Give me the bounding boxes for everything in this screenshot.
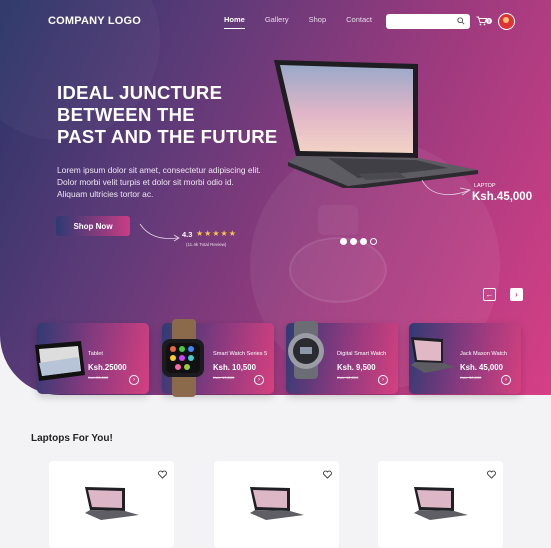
nav-home[interactable]: Home	[224, 15, 245, 29]
product-category-label: LAPTOP	[474, 183, 496, 189]
laptop-icon	[414, 487, 468, 520]
product-price: Ksh. 45,000	[460, 363, 503, 372]
laptop-hero-image	[274, 60, 478, 188]
view-product-button[interactable]: ›	[254, 375, 264, 385]
arrow-doodle-icon	[421, 179, 472, 196]
carousel-dot[interactable]	[340, 238, 347, 245]
product-card[interactable]: Smart Watch Series 5 Ksh. 10,500 Ksh. 13…	[162, 319, 274, 397]
view-product-button[interactable]: ›	[378, 375, 388, 385]
headline-line: IDEAL JUNCTURE	[57, 82, 223, 103]
review-count: (11.4k Total Review)	[186, 242, 227, 247]
carousel-prev-button[interactable]: ←	[483, 288, 496, 301]
blurb-line: Dolor morbi velit turpis et dolor sit mo…	[57, 177, 234, 187]
company-logo[interactable]: COMPANY LOGO	[48, 15, 141, 27]
watch-silhouette-image	[289, 205, 387, 303]
arrow-doodle-icon	[139, 223, 180, 242]
hero-headline: IDEAL JUNCTURE BETWEEN THE PAST AND THE …	[57, 82, 278, 148]
chevron-right-icon: ›	[515, 290, 518, 299]
section-title: Laptops For You!	[31, 433, 113, 444]
smartwatch-icon	[162, 319, 204, 397]
carousel-next-button[interactable]: ›	[510, 288, 523, 301]
product-old-price: Ksh. 12,000	[337, 375, 359, 380]
product-price: Ksh. 9,500	[337, 363, 376, 372]
product-price: Ksh.25000	[88, 363, 127, 372]
arrow-left-icon: ←	[485, 290, 494, 299]
digital-watch-icon	[288, 321, 324, 379]
product-card[interactable]: Jack Mason Watch Ksh. 45,000 Ksh. 50,000…	[409, 323, 521, 394]
view-product-button[interactable]: ›	[501, 375, 511, 385]
search-input[interactable]	[386, 18, 454, 33]
laptop-product-card[interactable]	[378, 461, 503, 548]
product-name: Tablet	[88, 351, 103, 357]
product-price: Ksh.45,000	[472, 191, 533, 203]
blurb-line: Aliquam ultricies tortor ac.	[57, 189, 154, 199]
blurb-line: Lorem ipsum dolor sit amet, consectetur …	[57, 165, 261, 175]
headline-line: BETWEEN THE	[57, 104, 195, 125]
product-card[interactable]: Digital Smart Watch Ksh. 9,500 Ksh. 12,0…	[286, 321, 398, 394]
heart-icon[interactable]	[487, 470, 496, 479]
product-price: Ksh. 10,500	[213, 363, 256, 372]
shop-now-button[interactable]: Shop Now	[56, 216, 130, 236]
nav-contact[interactable]: Contact	[346, 15, 372, 29]
product-name: Smart Watch Series 5	[213, 351, 268, 357]
product-old-price: Ksh. 50,000	[460, 375, 482, 380]
laptop-product-card[interactable]	[49, 461, 174, 548]
main-nav: Home Gallery Shop Contact	[224, 15, 392, 29]
product-name: Digital Smart Watch	[337, 351, 387, 357]
product-old-price: Ksh. 13,500	[213, 375, 235, 380]
carousel-dot[interactable]	[350, 238, 357, 245]
cart-icon[interactable]: 0	[476, 16, 492, 26]
view-product-button[interactable]: ›	[129, 375, 139, 385]
hero-description: Lorem ipsum dolor sit amet, consectetur …	[57, 164, 287, 200]
laptop-icon	[85, 487, 139, 520]
product-name: Jack Mason Watch	[460, 351, 508, 357]
headline-line: PAST AND THE FUTURE	[57, 126, 278, 147]
avatar[interactable]	[498, 13, 515, 30]
search-box	[386, 14, 470, 33]
heart-icon[interactable]	[323, 470, 332, 479]
carousel-dot[interactable]	[360, 238, 367, 245]
product-old-price: Ksh.30,000	[88, 375, 109, 380]
carousel-dot[interactable]	[370, 238, 377, 245]
laptop-icon	[250, 487, 304, 520]
laptop-product-card[interactable]	[214, 461, 339, 548]
laptop-icon	[411, 337, 455, 373]
carousel-dots	[340, 238, 377, 245]
nav-shop[interactable]: Shop	[309, 15, 327, 29]
tablet-icon	[35, 341, 85, 381]
rating-value: 4.3	[182, 230, 193, 239]
rating-stars: ★★★★★	[196, 229, 237, 238]
nav-gallery[interactable]: Gallery	[265, 15, 289, 29]
product-card[interactable]: Tablet Ksh.25000 Ksh.30,000 ›	[35, 323, 149, 394]
search-icon[interactable]	[457, 17, 465, 25]
heart-icon[interactable]	[158, 470, 167, 479]
